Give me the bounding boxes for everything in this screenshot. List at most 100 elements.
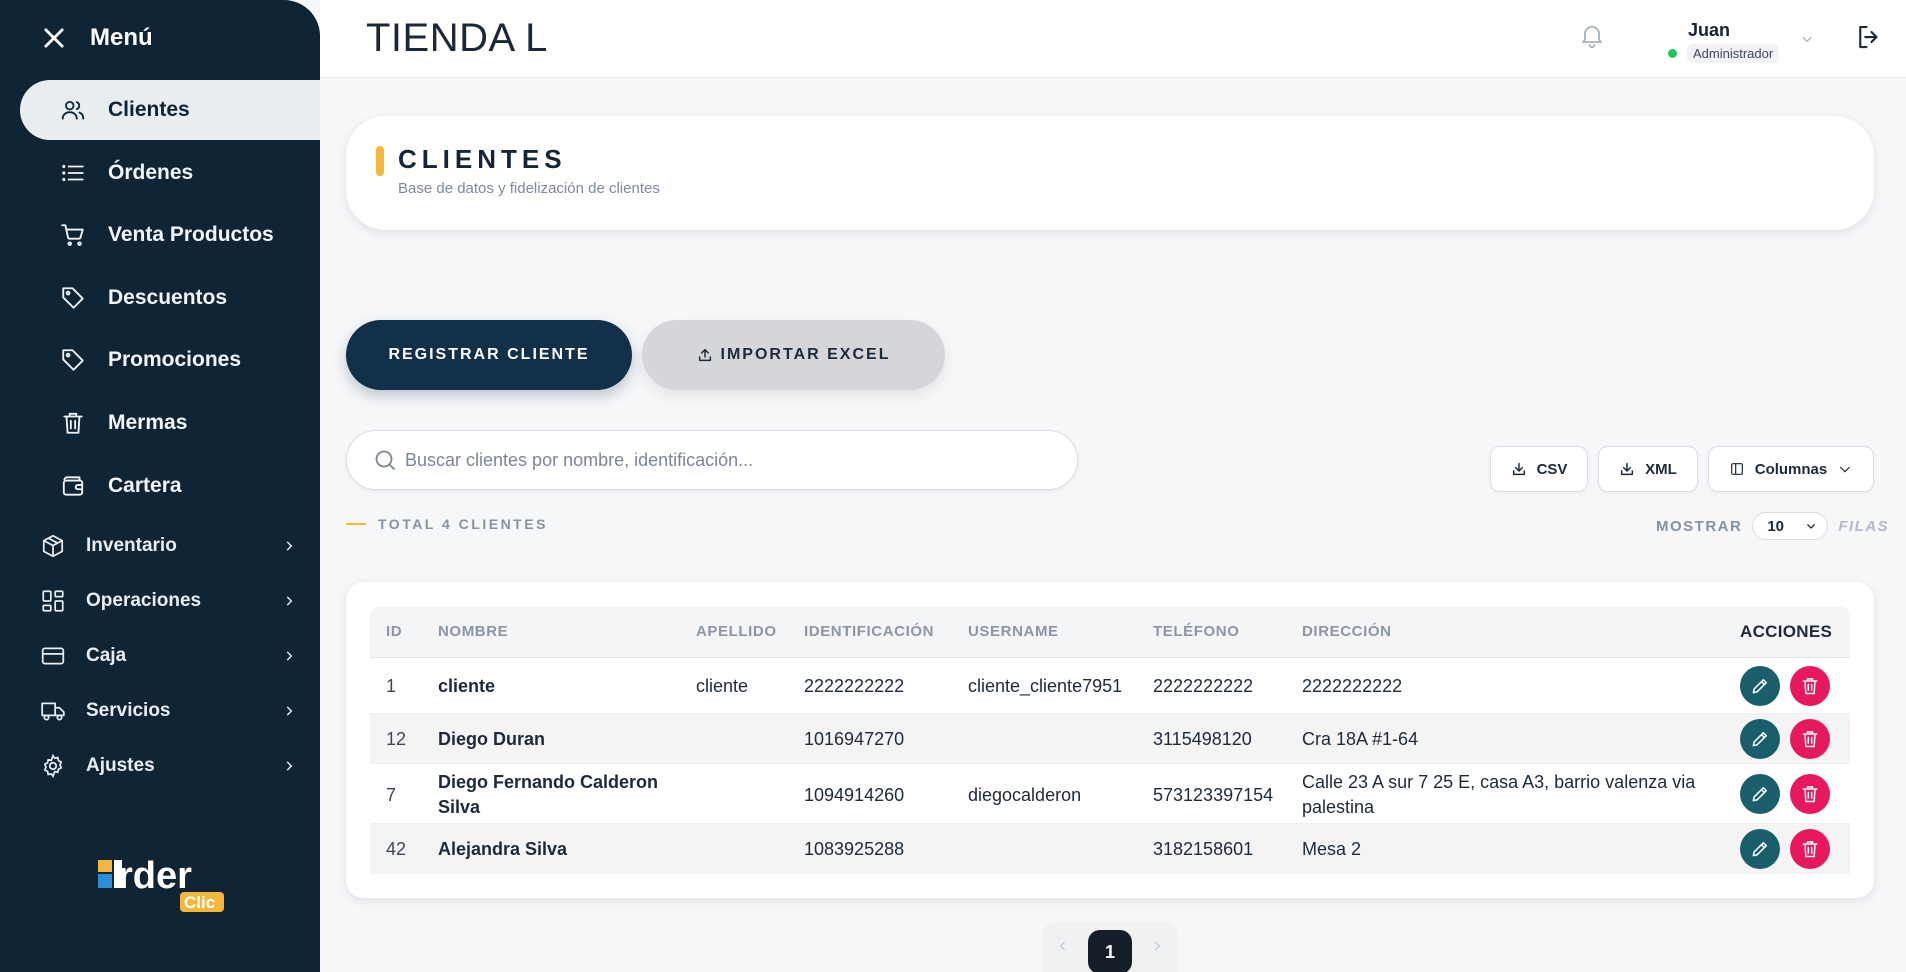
- sidebar-item-label: Clientes: [108, 98, 190, 121]
- accent-line: [346, 523, 366, 525]
- sidebar-group-label: Inventario: [86, 535, 177, 556]
- sidebar-item-clientes[interactable]: Clientes: [20, 80, 320, 140]
- top-header: TIENDA L Juan Administrador: [320, 0, 1906, 78]
- column-header-nombre[interactable]: NOMBRE: [438, 623, 508, 640]
- sidebar-group-operaciones[interactable]: Operaciones: [40, 581, 296, 621]
- menu-header: Menú: [40, 24, 153, 52]
- total-clients: TOTAL 4 CLIENTES: [346, 516, 548, 532]
- store-name: TIENDA L: [366, 16, 548, 60]
- card-icon: [41, 647, 65, 665]
- export-xml-button[interactable]: XML: [1598, 446, 1698, 492]
- rows-label: FILAS: [1838, 517, 1890, 535]
- cell-id: 7: [386, 785, 397, 805]
- sidebar-item-label: Órdenes: [108, 160, 194, 184]
- show-label: MOSTRAR: [1656, 517, 1743, 535]
- sidebar-item-descuentos[interactable]: Descuentos: [20, 268, 320, 328]
- sidebar-group-label: Operaciones: [86, 590, 202, 611]
- chevron-left-icon[interactable]: [1056, 939, 1070, 953]
- cell-identificacion: 1094914260: [804, 785, 905, 805]
- cart-icon: [61, 224, 84, 247]
- table-row: 7 Diego Fernando Calderon Silva 10949142…: [370, 764, 1850, 824]
- chevron-down-icon: [1840, 466, 1851, 473]
- rows-per-page-select[interactable]: 10: [1752, 512, 1829, 540]
- import-excel-button[interactable]: IMPORTAR EXCEL: [642, 320, 945, 390]
- page-button-current[interactable]: 1: [1088, 930, 1132, 972]
- edit-button[interactable]: [1740, 666, 1780, 706]
- cell-nombre: cliente: [438, 676, 496, 696]
- user-role: Administrador: [1687, 44, 1780, 63]
- edit-button[interactable]: [1740, 829, 1780, 869]
- edit-button[interactable]: [1740, 774, 1780, 814]
- sidebar-item-label: Cartera: [108, 473, 182, 497]
- user-name: Juan: [1688, 20, 1731, 40]
- trash-icon: [63, 412, 83, 434]
- cell-apellido: cliente: [696, 676, 749, 696]
- export-xml-label: XML: [1645, 460, 1677, 478]
- cell-telefono: 3115498120: [1153, 729, 1252, 749]
- cell-nombre: Diego Fernando Calderon Silva: [438, 772, 659, 817]
- delete-button[interactable]: [1790, 719, 1830, 759]
- delete-button[interactable]: [1790, 774, 1830, 814]
- sidebar: Menú Clientes Órdenes Venta Productos De…: [0, 0, 320, 972]
- sidebar-group-label: Servicios: [86, 700, 171, 721]
- rows-per-page-value: 10: [1767, 517, 1785, 535]
- column-header-identificacion[interactable]: IDENTIFICACIÓN: [804, 623, 934, 640]
- cell-id: 12: [386, 729, 407, 749]
- trash-icon: [1802, 841, 1818, 858]
- sidebar-group-servicios[interactable]: Servicios: [40, 691, 296, 731]
- chevron-right-icon[interactable]: [1150, 939, 1164, 953]
- cell-nombre: Diego Duran: [438, 729, 546, 749]
- delete-button[interactable]: [1790, 666, 1830, 706]
- cell-telefono: 2222222222: [1153, 676, 1254, 696]
- menu-title: Menú: [90, 24, 153, 51]
- edit-button[interactable]: [1740, 719, 1780, 759]
- search-input[interactable]: [405, 449, 1045, 471]
- sidebar-item-ordenes[interactable]: Órdenes: [20, 143, 320, 203]
- column-header-username[interactable]: USERNAME: [968, 623, 1059, 640]
- sidebar-nav: Clientes Órdenes Venta Productos Descuen…: [20, 80, 320, 518]
- chevron-down-icon[interactable]: [1800, 32, 1814, 46]
- column-header-acciones: ACCIONES: [1740, 622, 1833, 641]
- cell-telefono: 573123397154: [1153, 785, 1274, 805]
- table-header: ID NOMBRE APELLIDO IDENTIFICACIÓN USERNA…: [370, 606, 1850, 658]
- sidebar-item-cartera[interactable]: Cartera: [20, 456, 320, 516]
- column-header-apellido[interactable]: APELLIDO: [696, 623, 777, 640]
- table-row: 42 Alejandra Silva 1083925288 3182158601…: [370, 824, 1850, 874]
- export-csv-label: CSV: [1536, 460, 1568, 478]
- search-box: [346, 430, 1078, 490]
- sidebar-group-inventario[interactable]: Inventario: [40, 526, 296, 566]
- sidebar-item-promociones[interactable]: Promociones: [20, 330, 320, 390]
- page-title: CLIENTES: [398, 144, 567, 174]
- delete-button[interactable]: [1790, 829, 1830, 869]
- bell-icon[interactable]: [1578, 20, 1606, 50]
- truck-icon: [41, 702, 65, 721]
- sidebar-item-mermas[interactable]: Mermas: [20, 393, 320, 453]
- chevron-right-icon: [286, 596, 293, 606]
- export-csv-button[interactable]: CSV: [1490, 446, 1588, 492]
- user-menu[interactable]: Juan Administrador: [1668, 20, 1780, 63]
- column-header-telefono[interactable]: TELÉFONO: [1153, 623, 1239, 640]
- upload-icon: [698, 348, 711, 362]
- cell-direccion: Cra 18A #1-64: [1302, 729, 1419, 749]
- rows-per-page: MOSTRAR 10 FILAS: [1656, 512, 1889, 540]
- columns-icon: [1730, 463, 1743, 475]
- sidebar-group-caja[interactable]: Caja: [40, 636, 296, 676]
- close-icon[interactable]: [40, 24, 68, 52]
- sidebar-item-venta-productos[interactable]: Venta Productos: [20, 205, 320, 265]
- trash-icon: [1802, 678, 1818, 695]
- columns-dropdown-button[interactable]: Columnas: [1708, 446, 1874, 492]
- online-status-dot: [1668, 49, 1677, 58]
- cell-nombre: Alejandra Silva: [438, 839, 568, 859]
- chevron-right-icon: [286, 651, 293, 661]
- cell-id: 42: [386, 839, 407, 859]
- cell-username: diegocalderon: [968, 785, 1082, 805]
- pencil-icon: [1752, 679, 1767, 694]
- trash-icon: [1802, 731, 1818, 748]
- sidebar-group-label: Ajustes: [86, 755, 155, 776]
- logout-icon[interactable]: [1854, 22, 1884, 52]
- register-client-button[interactable]: REGISTRAR CLIENTE: [346, 320, 632, 390]
- column-header-direccion[interactable]: DIRECCIÓN: [1302, 623, 1392, 640]
- cell-id: 1: [386, 676, 397, 696]
- column-header-id[interactable]: ID: [386, 623, 402, 640]
- sidebar-group-ajustes[interactable]: Ajustes: [40, 746, 296, 786]
